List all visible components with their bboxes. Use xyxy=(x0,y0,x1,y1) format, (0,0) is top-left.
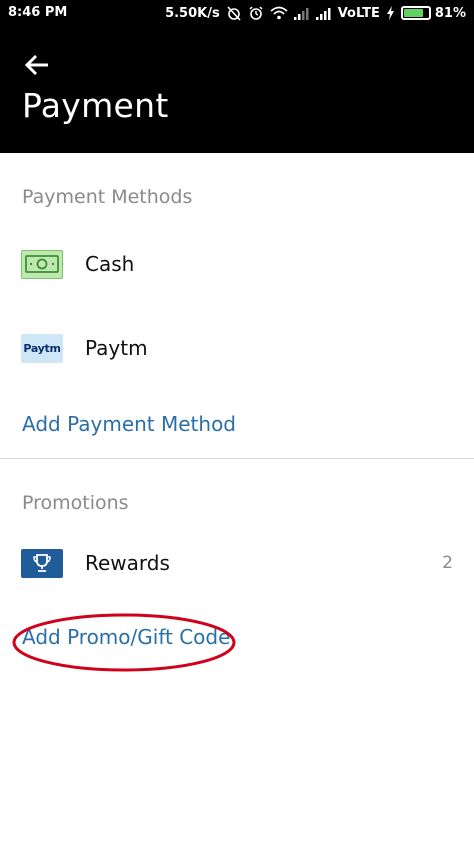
paytm-logo: Paytm xyxy=(21,333,63,363)
battery-icon xyxy=(400,6,431,20)
status-icons: 5.50K/s VoLTE 81% xyxy=(165,5,466,21)
section-divider xyxy=(0,458,474,459)
signal-icon xyxy=(293,7,309,20)
add-payment-method-link[interactable]: Add Payment Method xyxy=(22,412,236,436)
page-title: Payment xyxy=(22,86,169,125)
status-time: 8:46 PM xyxy=(8,5,68,20)
cash-icon xyxy=(21,249,63,279)
charging-icon xyxy=(386,6,394,20)
payment-method-label: Cash xyxy=(85,252,135,276)
payment-method-paytm[interactable]: Paytm Paytm xyxy=(0,318,474,378)
battery-indicator: 81% xyxy=(400,5,466,21)
rewards-count: 2 xyxy=(442,553,453,573)
back-button[interactable] xyxy=(18,46,56,84)
alarm-icon xyxy=(249,6,263,20)
network-type: VoLTE xyxy=(337,5,380,21)
payment-method-label: Paytm xyxy=(85,336,148,360)
trophy-icon xyxy=(21,548,63,578)
promotion-rewards[interactable]: Rewards 2 xyxy=(0,533,474,593)
battery-fill xyxy=(403,9,423,17)
status-bar: 8:46 PM 5.50K/s VoLTE 81% xyxy=(0,0,474,27)
arrow-left-icon xyxy=(24,54,48,76)
add-promo-gift-code-link[interactable]: Add Promo/Gift Code xyxy=(22,625,230,649)
section-label-payment-methods: Payment Methods xyxy=(22,186,193,208)
battery-percent: 81% xyxy=(434,5,466,21)
section-label-promotions: Promotions xyxy=(22,492,129,514)
promotion-label: Rewards xyxy=(85,551,170,575)
app-header: 8:46 PM 5.50K/s VoLTE 81% Payment xyxy=(0,0,474,153)
wifi-icon xyxy=(270,6,288,20)
alarm-off-icon xyxy=(227,6,241,21)
payment-method-cash[interactable]: Cash xyxy=(0,234,474,294)
network-speed: 5.50K/s xyxy=(165,5,220,21)
signal-icon xyxy=(315,7,331,20)
paytm-logo-text: Paytm xyxy=(23,341,61,355)
